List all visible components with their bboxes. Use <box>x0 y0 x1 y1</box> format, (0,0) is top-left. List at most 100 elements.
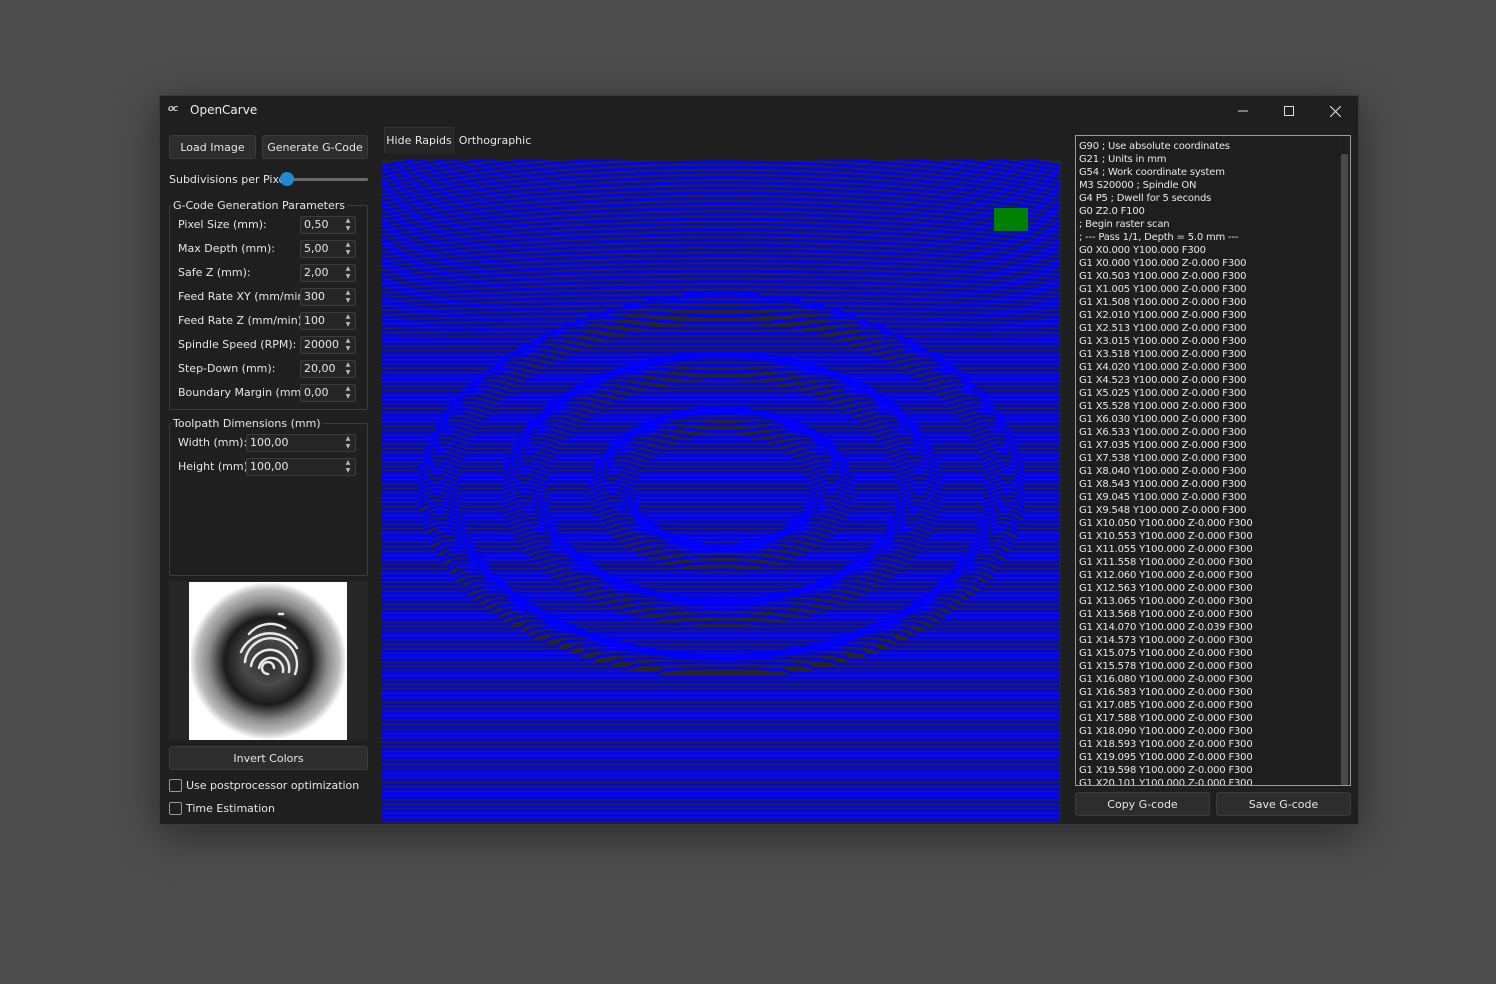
spin-up-icon[interactable]: ▲ <box>341 385 355 393</box>
gcode-line: M3 S20000 ; Spindle ON <box>1079 180 1197 191</box>
pixel-size-spinbox[interactable]: 0,50 ▲ ▼ <box>300 216 356 234</box>
toolpath-3d-viewport[interactable] <box>382 160 1061 824</box>
gcode-text-area[interactable]: G90 ; Use absolute coordinates G21 ; Unit… <box>1075 135 1351 786</box>
gcode-line: G90 ; Use absolute coordinates <box>1079 141 1230 152</box>
minimize-button[interactable] <box>1220 96 1266 126</box>
load-image-button[interactable]: Load Image <box>169 135 256 159</box>
generate-gcode-button[interactable]: Generate G-Code <box>262 135 368 159</box>
feed-rate-z-spinbox[interactable]: 100 ▲ ▼ <box>300 312 356 330</box>
spin-up-icon[interactable]: ▲ <box>341 435 355 443</box>
spin-down-icon[interactable]: ▼ <box>341 369 355 377</box>
copy-gcode-button[interactable]: Copy G-code <box>1075 792 1210 816</box>
close-icon <box>1329 105 1341 117</box>
gcode-line: G1 X15.075 Y100.000 Z-0.000 F300 <box>1079 648 1253 659</box>
gcode-line: G1 X4.523 Y100.000 Z-0.000 F300 <box>1079 375 1247 386</box>
max-depth-label: Max Depth (mm): <box>178 242 275 255</box>
spin-down-icon[interactable]: ▼ <box>341 225 355 233</box>
gcode-line: G1 X7.035 Y100.000 Z-0.000 F300 <box>1079 440 1247 451</box>
opencarve-logo-icon: OC <box>168 105 178 113</box>
spin-down-icon[interactable]: ▼ <box>341 443 355 451</box>
time-estimation-checkbox[interactable] <box>169 802 182 815</box>
gcode-line: G1 X18.593 Y100.000 Z-0.000 F300 <box>1079 739 1253 750</box>
spin-down-icon[interactable]: ▼ <box>341 393 355 401</box>
gcode-line: G1 X12.060 Y100.000 Z-0.000 F300 <box>1079 570 1253 581</box>
gcode-params-group <box>169 205 368 410</box>
spin-up-icon[interactable]: ▲ <box>341 265 355 273</box>
feed-rate-xy-value: 300 <box>304 290 325 303</box>
max-depth-value: 5,00 <box>304 242 329 255</box>
time-estimation-label: Time Estimation <box>186 802 275 815</box>
gcode-line: G0 Z2.0 F100 <box>1079 206 1145 217</box>
height-spinbox[interactable]: 100,00 ▲ ▼ <box>246 458 356 476</box>
spindle-speed-label: Spindle Speed (RPM): <box>178 338 297 351</box>
spindle-speed-spinbox[interactable]: 20000 ▲ ▼ <box>300 336 356 354</box>
gcode-line: G1 X3.015 Y100.000 Z-0.000 F300 <box>1079 336 1247 347</box>
width-label: Width (mm): <box>178 436 248 449</box>
spin-up-icon[interactable]: ▲ <box>341 217 355 225</box>
gcode-line: G1 X19.095 Y100.000 Z-0.000 F300 <box>1079 752 1253 763</box>
gcode-line: G1 X8.040 Y100.000 Z-0.000 F300 <box>1079 466 1247 477</box>
boundary-margin-spinbox[interactable]: 0,00 ▲ ▼ <box>300 384 356 402</box>
subdivisions-slider-track[interactable] <box>282 178 368 181</box>
spin-down-icon[interactable]: ▼ <box>341 297 355 305</box>
gcode-line: ; --- Pass 1/1, Depth = 5.0 mm --- <box>1079 232 1239 243</box>
gcode-lines: G90 ; Use absolute coordinates G21 ; Unit… <box>1079 140 1337 786</box>
gcode-line: G1 X5.025 Y100.000 Z-0.000 F300 <box>1079 388 1247 399</box>
gcode-scrollbar[interactable] <box>1339 136 1350 785</box>
gcode-line: G1 X13.568 Y100.000 Z-0.000 F300 <box>1079 609 1253 620</box>
close-button[interactable] <box>1312 96 1358 126</box>
spin-up-icon[interactable]: ▲ <box>341 289 355 297</box>
gcode-line: G4 P5 ; Dwell for 5 seconds <box>1079 193 1212 204</box>
gcode-line: G1 X1.005 Y100.000 Z-0.000 F300 <box>1079 284 1247 295</box>
hide-rapids-toggle[interactable]: Hide Rapids <box>384 127 454 153</box>
feed-rate-z-label: Feed Rate Z (mm/min): <box>178 314 306 327</box>
gcode-line: G1 X8.543 Y100.000 Z-0.000 F300 <box>1079 479 1247 490</box>
invert-colors-button[interactable]: Invert Colors <box>169 746 368 770</box>
max-depth-spinbox[interactable]: 5,00 ▲ ▼ <box>300 240 356 258</box>
spin-down-icon[interactable]: ▼ <box>341 273 355 281</box>
gcode-params-title: G-Code Generation Parameters <box>171 199 347 212</box>
maximize-button[interactable] <box>1266 96 1312 126</box>
feed-rate-xy-spinbox[interactable]: 300 ▲ ▼ <box>300 288 356 306</box>
step-down-spinbox[interactable]: 20,00 ▲ ▼ <box>300 360 356 378</box>
step-down-value: 20,00 <box>304 362 336 375</box>
spin-down-icon[interactable]: ▼ <box>341 321 355 329</box>
rapid-move-marker <box>994 208 1028 231</box>
spin-up-icon[interactable]: ▲ <box>341 337 355 345</box>
gcode-line: G1 X16.583 Y100.000 Z-0.000 F300 <box>1079 687 1253 698</box>
gcode-line: G1 X20.101 Y100.000 Z-0.000 F300 <box>1079 778 1253 786</box>
safe-z-spinbox[interactable]: 2,00 ▲ ▼ <box>300 264 356 282</box>
gcode-line: G54 ; Work coordinate system <box>1079 167 1225 178</box>
spin-down-icon[interactable]: ▼ <box>341 345 355 353</box>
height-label: Height (mm): <box>178 460 252 473</box>
image-preview-panel <box>169 581 368 740</box>
spin-up-icon[interactable]: ▲ <box>341 459 355 467</box>
gcode-line: G1 X15.578 Y100.000 Z-0.000 F300 <box>1079 661 1253 672</box>
subdivisions-slider-handle[interactable] <box>280 172 294 186</box>
toolpath-render <box>382 160 1061 824</box>
postprocessor-checkbox[interactable] <box>169 779 182 792</box>
spin-down-icon[interactable]: ▼ <box>341 249 355 257</box>
gcode-scroll-thumb[interactable] <box>1341 154 1348 785</box>
spin-up-icon[interactable]: ▲ <box>341 241 355 249</box>
width-value: 100,00 <box>250 436 289 449</box>
spin-up-icon[interactable]: ▲ <box>341 361 355 369</box>
spindle-speed-value: 20000 <box>304 338 339 351</box>
gcode-line: G1 X9.045 Y100.000 Z-0.000 F300 <box>1079 492 1247 503</box>
gcode-line: G21 ; Units in mm <box>1079 154 1167 165</box>
gcode-line: G1 X2.010 Y100.000 Z-0.000 F300 <box>1079 310 1247 321</box>
spin-up-icon[interactable]: ▲ <box>341 313 355 321</box>
gcode-line: G1 X0.000 Y100.000 Z-0.000 F300 <box>1079 258 1247 269</box>
boundary-margin-value: 0,00 <box>304 386 329 399</box>
toolpath-dimensions-title: Toolpath Dimensions (mm) <box>171 417 323 430</box>
gcode-line: G1 X0.503 Y100.000 Z-0.000 F300 <box>1079 271 1247 282</box>
orthographic-toggle[interactable]: Orthographic <box>458 127 532 153</box>
pixel-size-label: Pixel Size (mm): <box>178 218 267 231</box>
title-bar[interactable]: OC OpenCarve <box>160 96 1358 126</box>
gcode-line: G1 X10.553 Y100.000 Z-0.000 F300 <box>1079 531 1253 542</box>
save-gcode-button[interactable]: Save G-code <box>1216 792 1351 816</box>
width-spinbox[interactable]: 100,00 ▲ ▼ <box>246 434 356 452</box>
spin-down-icon[interactable]: ▼ <box>341 467 355 475</box>
safe-z-value: 2,00 <box>304 266 329 279</box>
gcode-line: G1 X11.558 Y100.000 Z-0.000 F300 <box>1079 557 1253 568</box>
